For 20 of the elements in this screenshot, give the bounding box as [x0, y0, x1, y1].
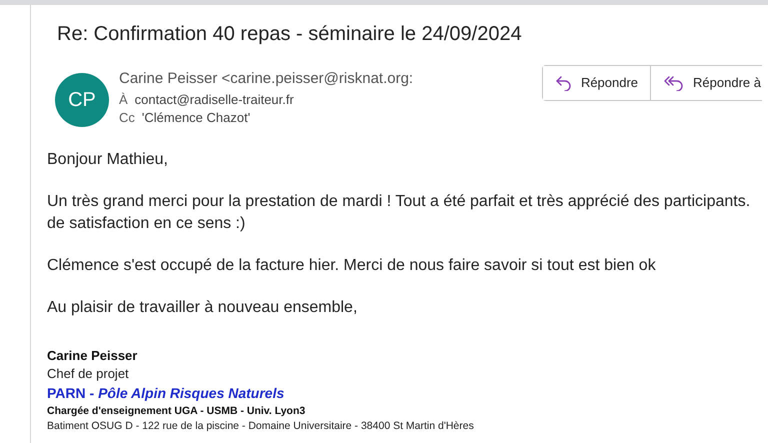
- message-line: de satisfaction en ce sens :): [47, 214, 246, 234]
- reply-all-button[interactable]: Répondre à: [650, 66, 762, 100]
- cc-label: Cc: [119, 110, 135, 124]
- message-line: Bonjour Mathieu,: [47, 150, 169, 170]
- recipient: contact@radiselle-traiteur.fr: [134, 92, 294, 106]
- cc-recipient: 'Clémence Chazot': [142, 110, 250, 124]
- reply-all-icon: [663, 75, 686, 91]
- email-subject: Re: Confirmation 40 repas - séminaire le 24/09/2024: [57, 22, 523, 47]
- signature-address: Batiment OSUG D - 122 rue de la piscine - Domaine Universitaire - 38400 St Martin d'Hères: [47, 419, 475, 434]
- message-line: Au plaisir de travailler à nouveau ensemble,: [47, 298, 358, 318]
- to-label: À: [119, 92, 128, 106]
- avatar: CP: [55, 73, 109, 127]
- sender: Carine Peisser <carine.peisser@risknat.org:: [119, 69, 414, 89]
- message-line: Clémence s'est occupé de la facture hier. Merci de nous faire savoir si tout est bien ok: [47, 256, 657, 276]
- message-line: Un très grand merci pour la prestation de mardi ! Tout a été parfait et très apprécié des participants.: [47, 192, 752, 212]
- reply-icon: [554, 75, 573, 91]
- signature-organization: PARN - Pôle Alpin Risques Naturels: [47, 384, 286, 403]
- signature-title: Chargée d'enseignement UGA - USMB - Univ. Lyon3: [47, 404, 306, 419]
- signature-role: Chef de projet: [47, 365, 130, 383]
- signature-name: Carine Peisser: [47, 347, 138, 365]
